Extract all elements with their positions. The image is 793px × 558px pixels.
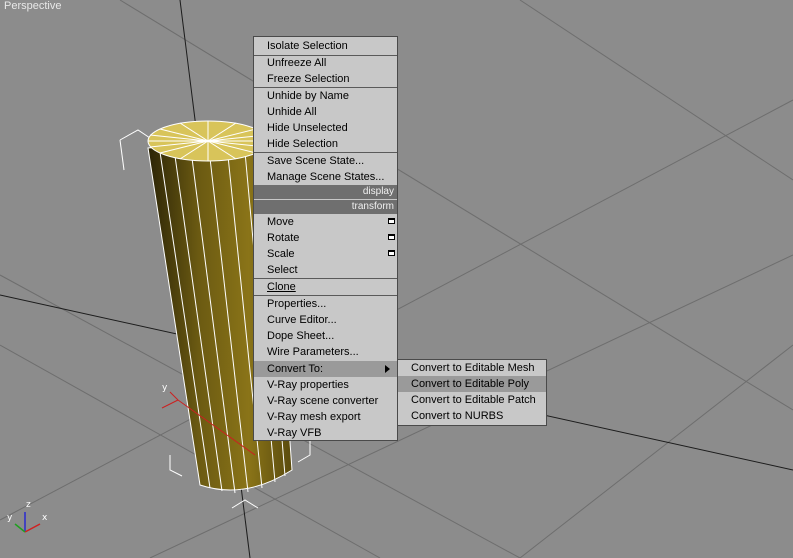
menu-item-label: Save Scene State... bbox=[267, 155, 365, 167]
menu-item-label: Unhide All bbox=[267, 106, 317, 118]
submenu-item-editable-mesh[interactable]: Convert to Editable Mesh bbox=[398, 360, 546, 376]
menu-item-move[interactable]: Move bbox=[254, 214, 397, 230]
menu-item-label: Hide Unselected bbox=[267, 122, 348, 134]
menu-item-label: Dope Sheet... bbox=[267, 330, 335, 342]
menu-item-label: Isolate Selection bbox=[267, 40, 348, 52]
menu-item-label: V-Ray scene converter bbox=[267, 395, 379, 407]
submenu-item-nurbs[interactable]: Convert to NURBS bbox=[398, 408, 546, 424]
menu-item-label: Unhide by Name bbox=[267, 90, 349, 102]
menu-item-label: Properties... bbox=[267, 298, 327, 310]
submenu-item-editable-poly[interactable]: Convert to Editable Poly bbox=[398, 376, 546, 392]
menu-item-vray-scene-converter[interactable]: V-Ray scene converter bbox=[254, 393, 397, 409]
menu-item-label: Move bbox=[267, 216, 294, 228]
scale-options-icon[interactable] bbox=[388, 250, 395, 256]
menu-item-label: Convert To: bbox=[267, 363, 324, 375]
menu-item-save-scene-state[interactable]: Save Scene State... bbox=[254, 153, 397, 169]
menu-item-hide-unselected[interactable]: Hide Unselected bbox=[254, 120, 397, 136]
menu-item-hide-selection[interactable]: Hide Selection bbox=[254, 136, 397, 152]
menu-item-label: Rotate bbox=[267, 232, 300, 244]
menu-item-unhide-all[interactable]: Unhide All bbox=[254, 104, 397, 120]
menu-item-vray-properties[interactable]: V-Ray properties bbox=[254, 377, 397, 393]
menu-item-wire-parameters[interactable]: Wire Parameters... bbox=[254, 344, 397, 360]
menu-item-label: Curve Editor... bbox=[267, 314, 337, 326]
menu-item-rotate[interactable]: Rotate bbox=[254, 230, 397, 246]
menu-item-label: Scale bbox=[267, 248, 295, 260]
submenu-item-label: Convert to NURBS bbox=[411, 410, 504, 422]
menu-item-label: Clone bbox=[267, 281, 296, 293]
menu-item-label: V-Ray VFB bbox=[267, 427, 322, 439]
menu-item-dope-sheet[interactable]: Dope Sheet... bbox=[254, 328, 397, 344]
viewport-label[interactable]: Perspective bbox=[4, 0, 61, 12]
menu-item-label: V-Ray properties bbox=[267, 379, 349, 391]
menu-item-label: Hide Selection bbox=[267, 138, 338, 150]
menu-item-vray-mesh-export[interactable]: V-Ray mesh export bbox=[254, 409, 397, 425]
menu-item-label: Wire Parameters... bbox=[267, 346, 359, 358]
axis-tripod bbox=[14, 512, 41, 533]
submenu-arrow-icon bbox=[385, 365, 390, 373]
menu-item-freeze-selection[interactable]: Freeze Selection bbox=[254, 71, 397, 87]
quad-header-transform: transform bbox=[254, 200, 397, 214]
submenu-item-editable-patch[interactable]: Convert to Editable Patch bbox=[398, 392, 546, 408]
menu-item-vray-vfb[interactable]: V-Ray VFB bbox=[254, 425, 397, 441]
quad-menu: Isolate Selection Unfreeze All Freeze Se… bbox=[253, 36, 398, 441]
move-options-icon[interactable] bbox=[388, 218, 395, 224]
menu-item-label: Freeze Selection bbox=[267, 73, 350, 85]
tripod-y-label: y bbox=[7, 513, 13, 523]
submenu-item-label: Convert to Editable Patch bbox=[411, 394, 536, 406]
submenu-item-label: Convert to Editable Mesh bbox=[411, 362, 535, 374]
menu-item-properties[interactable]: Properties... bbox=[254, 296, 397, 312]
convert-to-submenu: Convert to Editable Mesh Convert to Edit… bbox=[397, 359, 547, 426]
tripod-x-label: x bbox=[42, 513, 48, 523]
perspective-viewport[interactable]: Perspective z x y y Isolate Selection Un… bbox=[0, 0, 793, 558]
menu-item-label: Unfreeze All bbox=[267, 57, 327, 69]
submenu-item-label: Convert to Editable Poly bbox=[411, 378, 530, 390]
menu-item-clone[interactable]: Clone bbox=[254, 279, 397, 295]
menu-item-manage-scene-states[interactable]: Manage Scene States... bbox=[254, 169, 397, 185]
tripod-z-label: z bbox=[26, 500, 31, 510]
rotate-options-icon[interactable] bbox=[388, 234, 395, 240]
menu-item-select[interactable]: Select bbox=[254, 262, 397, 278]
quad-header-display: display bbox=[254, 185, 397, 199]
menu-item-scale[interactable]: Scale bbox=[254, 246, 397, 262]
menu-item-label: Select bbox=[267, 264, 298, 276]
menu-item-convert-to[interactable]: Convert To: bbox=[254, 361, 397, 377]
menu-item-unfreeze-all[interactable]: Unfreeze All bbox=[254, 55, 397, 71]
menu-item-isolate-selection[interactable]: Isolate Selection bbox=[254, 38, 397, 54]
menu-item-curve-editor[interactable]: Curve Editor... bbox=[254, 312, 397, 328]
gizmo-y-label: y bbox=[162, 383, 168, 393]
menu-item-unhide-by-name[interactable]: Unhide by Name bbox=[254, 88, 397, 104]
menu-item-label: V-Ray mesh export bbox=[267, 411, 361, 423]
menu-item-label: Manage Scene States... bbox=[267, 171, 385, 183]
